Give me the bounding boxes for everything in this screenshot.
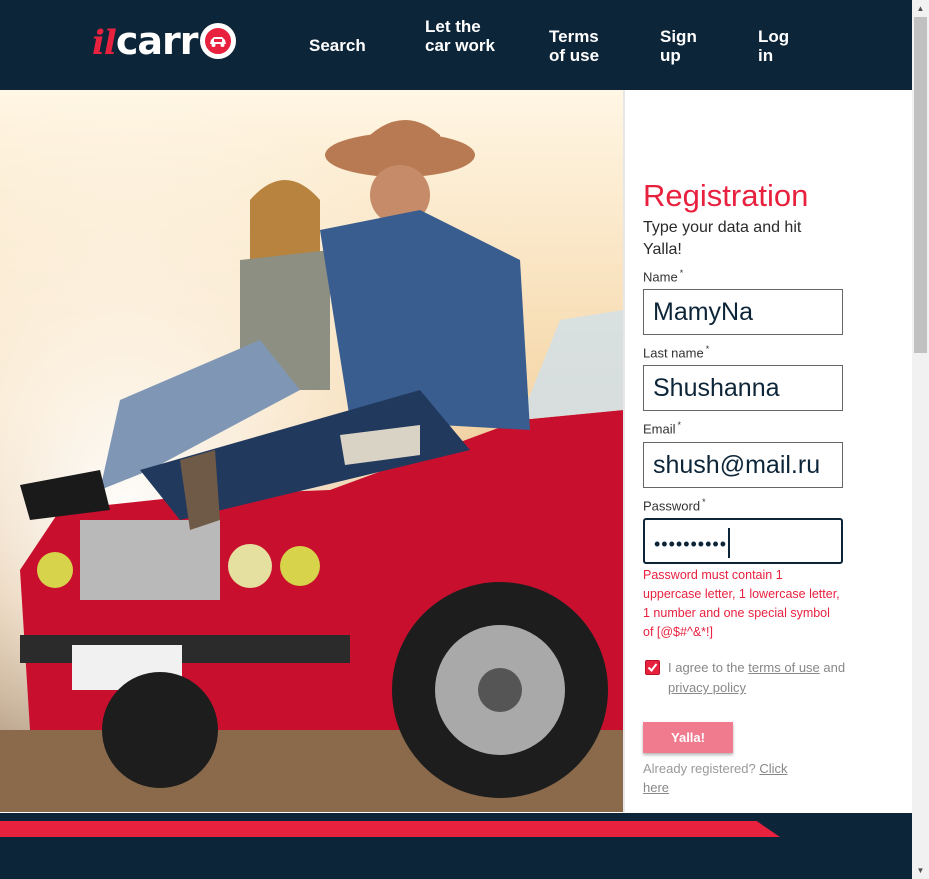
- page-title: Registration: [643, 178, 809, 213]
- password-label: Password *: [643, 497, 706, 514]
- header: il carr Search Let the car work Terms of…: [0, 0, 912, 90]
- privacy-policy-link[interactable]: privacy policy: [668, 680, 746, 695]
- scroll-up-arrow-icon[interactable]: ▲: [912, 0, 929, 17]
- couple-on-red-car-image: [0, 90, 623, 812]
- password-field[interactable]: ••••••••••: [643, 518, 843, 564]
- nav-log-in[interactable]: Log in: [758, 27, 798, 65]
- lastname-field[interactable]: Shushanna: [643, 365, 843, 411]
- footer-stripe: [0, 821, 780, 837]
- email-field[interactable]: shush@mail.ru: [643, 442, 843, 488]
- nav-search[interactable]: Search: [309, 36, 366, 55]
- logo-carr: carr: [115, 19, 199, 63]
- checkmark-icon: [647, 663, 658, 673]
- scroll-thumb[interactable]: [914, 17, 927, 353]
- nav-sign-up[interactable]: Sign up: [660, 27, 710, 65]
- name-field[interactable]: MamyNa: [643, 289, 843, 335]
- name-label: Name *: [643, 268, 684, 285]
- password-error: Password must contain 1 uppercase letter…: [643, 568, 840, 639]
- form-subtitle: Type your data and hit Yalla!: [643, 219, 802, 258]
- logo-il: il: [92, 23, 117, 63]
- agree-text: I agree to the terms of use and privacy …: [668, 660, 846, 695]
- password-value: ••••••••••: [654, 534, 728, 554]
- logo[interactable]: il carr: [92, 19, 236, 63]
- email-label: Email *: [643, 420, 682, 437]
- car-icon: [199, 23, 236, 59]
- agree-checkbox[interactable]: [645, 660, 660, 675]
- footer: [0, 813, 912, 879]
- yalla-submit-button[interactable]: Yalla!: [643, 722, 733, 753]
- already-registered: Already registered? Click here: [643, 761, 788, 795]
- scrollbar[interactable]: ▲ ▼: [912, 0, 929, 879]
- nav-let-the-car-work[interactable]: Let the car work: [425, 17, 495, 55]
- terms-of-use-link[interactable]: terms of use: [748, 660, 820, 675]
- hero-photo: [0, 90, 623, 812]
- scroll-down-arrow-icon[interactable]: ▼: [912, 862, 929, 879]
- divider: [623, 90, 625, 812]
- text-caret: [728, 528, 731, 559]
- nav-terms-of-use[interactable]: Terms of use: [549, 27, 609, 65]
- lastname-label: Last name *: [643, 344, 710, 361]
